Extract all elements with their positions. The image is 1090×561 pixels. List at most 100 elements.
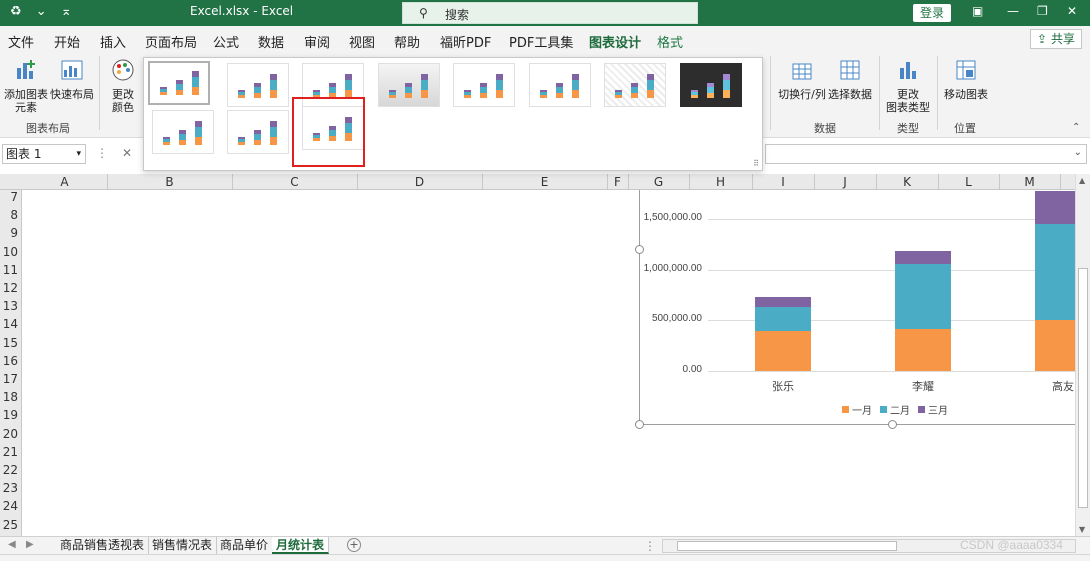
chart-style-10[interactable] xyxy=(227,110,289,154)
row-header[interactable]: 23 xyxy=(0,481,22,499)
tab-foxit-pdf[interactable]: 福昕PDF xyxy=(440,32,491,51)
tab-pdf-tools[interactable]: PDF工具集 xyxy=(509,32,573,51)
next-sheet-icon[interactable]: ▶ xyxy=(26,539,34,550)
bar-segment[interactable] xyxy=(755,297,811,308)
resize-grip-icon[interactable]: ⠿ xyxy=(753,159,759,168)
column-header[interactable]: G xyxy=(628,175,689,189)
row-header[interactable]: 12 xyxy=(0,281,22,299)
sheet-tab-monthly[interactable]: 月统计表 xyxy=(272,537,330,554)
tab-data[interactable]: 数据 xyxy=(258,32,284,51)
tab-review[interactable]: 审阅 xyxy=(304,32,330,51)
sheet-tab-sales[interactable]: 销售情况表 xyxy=(148,537,218,554)
scroll-up-icon[interactable]: ▲ xyxy=(1079,176,1085,185)
tab-file[interactable]: 文件 xyxy=(8,32,34,51)
tab-help[interactable]: 帮助 xyxy=(394,32,420,51)
chart-style-9[interactable] xyxy=(152,110,214,154)
tab-page-layout[interactable]: 页面布局 xyxy=(145,32,197,51)
column-header[interactable]: K xyxy=(876,175,938,189)
sheet-tab-price[interactable]: 商品单价 xyxy=(216,537,274,554)
row-header[interactable]: 25 xyxy=(0,518,22,536)
chart-style-2[interactable] xyxy=(227,63,289,107)
share-button[interactable]: ⇪ 共享 xyxy=(1030,29,1082,49)
row-header[interactable]: 24 xyxy=(0,499,22,517)
bar-segment[interactable] xyxy=(895,329,951,371)
chart-style-8[interactable] xyxy=(680,63,742,107)
move-chart-button[interactable]: 移动图表 xyxy=(942,58,990,101)
vertical-scrollbar[interactable]: ▲ ▼ xyxy=(1075,174,1090,536)
chart-style-7[interactable] xyxy=(604,63,666,107)
close-icon[interactable]: ✕ xyxy=(1067,4,1077,18)
column-header[interactable]: H xyxy=(689,175,752,189)
chart-legend[interactable]: 一月 二月 三月 xyxy=(842,402,956,417)
quick-layout-button[interactable]: 快速布局 xyxy=(50,58,94,101)
column-header[interactable]: F xyxy=(607,175,628,189)
minimize-icon[interactable]: — xyxy=(1007,4,1019,18)
chart-resize-handle[interactable] xyxy=(635,245,644,254)
tab-insert[interactable]: 插入 xyxy=(100,32,126,51)
bar-segment[interactable] xyxy=(755,331,811,371)
row-header[interactable]: 21 xyxy=(0,445,22,463)
row-header[interactable]: 7 xyxy=(0,190,22,208)
row-header[interactable]: 13 xyxy=(0,299,22,317)
ribbon-display-icon[interactable]: ▣ xyxy=(972,4,983,18)
column-header[interactable]: J xyxy=(814,175,876,189)
row-header[interactable]: 20 xyxy=(0,427,22,445)
row-header[interactable]: 11 xyxy=(0,263,22,281)
prev-sheet-icon[interactable]: ◀ xyxy=(8,539,16,550)
tab-view[interactable]: 视图 xyxy=(349,32,375,51)
tab-chart-design[interactable]: 图表设计 xyxy=(589,32,642,56)
column-header[interactable]: I xyxy=(752,175,814,189)
chart-area[interactable]: 0.00 500,000.00 1,000,000.00 1,500,000.00 张乐… xyxy=(639,190,1090,425)
chart-resize-handle[interactable] xyxy=(888,420,897,429)
cancel-formula-icon[interactable]: ✕ xyxy=(122,146,132,160)
add-sheet-button[interactable]: + xyxy=(347,538,361,552)
vertical-scroll-thumb[interactable] xyxy=(1078,268,1088,508)
customize-qat-icon[interactable]: ⌅ xyxy=(61,4,72,19)
bar-segment[interactable] xyxy=(895,263,951,330)
chart-style-1[interactable] xyxy=(148,61,210,105)
name-box[interactable]: 图表 1 ▾ xyxy=(2,144,86,164)
search-box[interactable]: ⚲ 搜索 xyxy=(402,2,698,24)
row-header[interactable]: 14 xyxy=(0,317,22,335)
row-header[interactable]: 15 xyxy=(0,336,22,354)
tab-home[interactable]: 开始 xyxy=(54,32,80,51)
row-header[interactable]: 22 xyxy=(0,463,22,481)
bar-segment[interactable] xyxy=(895,251,951,264)
horizontal-scroll-thumb[interactable] xyxy=(677,541,897,551)
column-header[interactable]: B xyxy=(107,175,232,189)
column-header[interactable]: E xyxy=(482,175,607,189)
row-header[interactable]: 18 xyxy=(0,390,22,408)
column-header[interactable]: C xyxy=(232,175,357,189)
row-header[interactable]: 10 xyxy=(0,245,22,263)
select-data-button[interactable]: 选择数据 xyxy=(826,58,874,101)
chart-resize-handle[interactable] xyxy=(635,420,644,429)
row-header[interactable]: 9 xyxy=(0,226,22,244)
undo-icon[interactable]: ⌄ xyxy=(36,4,47,19)
chart-style-4[interactable] xyxy=(378,63,440,107)
row-header[interactable]: 8 xyxy=(0,208,22,226)
change-chart-type-button[interactable]: 更改 图表类型 xyxy=(884,58,932,114)
switch-row-column-button[interactable]: 切换行/列 xyxy=(778,58,826,101)
expand-formula-icon[interactable]: ⌄ xyxy=(1074,147,1082,158)
login-button[interactable]: 登录 xyxy=(913,4,951,22)
column-header[interactable]: M xyxy=(999,175,1060,189)
formula-input[interactable]: ⌄ xyxy=(765,144,1087,164)
change-colors-button[interactable]: 更改 颜色 xyxy=(104,58,142,114)
row-header[interactable]: 17 xyxy=(0,372,22,390)
tab-format[interactable]: 格式 xyxy=(657,32,683,51)
scroll-down-icon[interactable]: ▼ xyxy=(1079,525,1085,534)
chart-style-5[interactable] xyxy=(453,63,515,107)
collapse-ribbon-icon[interactable]: ⌃ xyxy=(1072,122,1080,133)
column-header[interactable]: L xyxy=(938,175,999,189)
chevron-down-icon[interactable]: ▾ xyxy=(76,145,81,163)
bar-segment[interactable] xyxy=(755,307,811,332)
maximize-icon[interactable]: ❐ xyxy=(1037,4,1048,18)
row-header[interactable]: 19 xyxy=(0,408,22,426)
column-header[interactable]: D xyxy=(357,175,482,189)
tab-formulas[interactable]: 公式 xyxy=(213,32,239,51)
add-chart-element-button[interactable]: 添加图表 元素 xyxy=(4,58,48,114)
column-header[interactable]: A xyxy=(22,175,107,189)
autosave-icon[interactable]: ♻ xyxy=(10,4,22,19)
chart-style-6[interactable] xyxy=(529,63,591,107)
row-header[interactable]: 16 xyxy=(0,354,22,372)
